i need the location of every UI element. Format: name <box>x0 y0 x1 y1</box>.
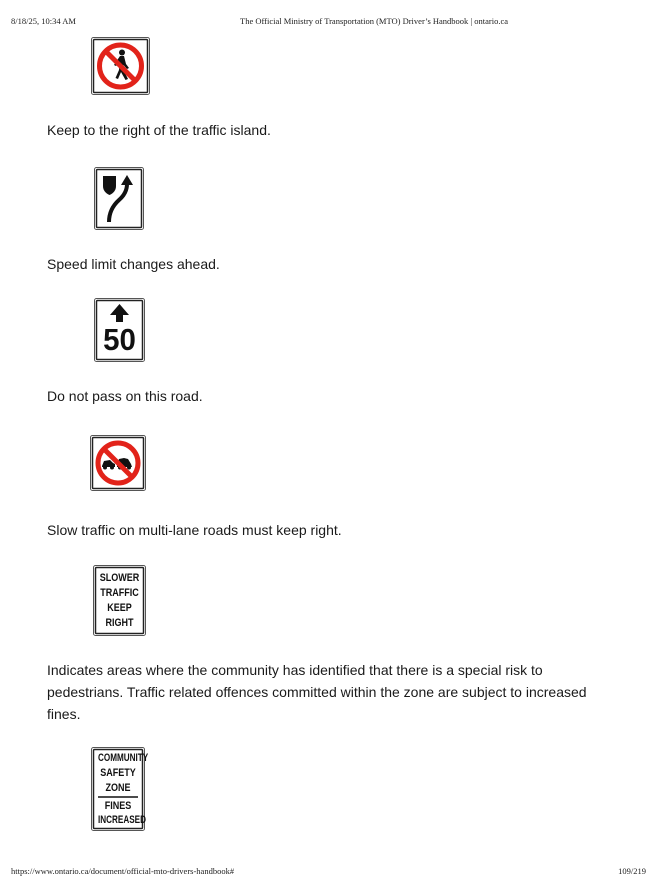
sign-line-increased: INCREASED <box>98 814 146 826</box>
sign-line-community: COMMUNITY <box>98 752 149 764</box>
sign-line-fines: FINES <box>104 800 132 812</box>
caption-speed-limit-changes: Speed limit changes ahead. <box>47 256 220 272</box>
speed-limit-number: 50 <box>103 322 136 357</box>
speed-limit-ahead-sign: 50 <box>94 298 145 362</box>
no-pedestrians-sign <box>91 37 150 95</box>
slower-traffic-keep-right-sign: SLOWER TRAFFIC KEEP RIGHT <box>93 565 146 636</box>
keep-right-island-sign <box>94 167 144 230</box>
print-datetime: 8/18/25, 10:34 AM <box>11 16 76 26</box>
caption-community-safety-zone: Indicates areas where the community has … <box>47 662 587 722</box>
print-url: https://www.ontario.ca/document/official… <box>11 866 235 876</box>
print-page-title: The Official Ministry of Transportation … <box>240 16 508 26</box>
print-page-number: 109/219 <box>618 866 646 876</box>
sign-line-zone: ZONE <box>105 782 131 794</box>
sign-line-slower: SLOWER <box>99 572 140 584</box>
caption-slow-traffic-keep-right: Slow traffic on multi-lane roads must ke… <box>47 522 342 538</box>
sign-line-safety: SAFETY <box>100 767 136 779</box>
community-safety-zone-sign: COMMUNITY SAFETY ZONE FINES INCREASED <box>91 747 149 831</box>
no-passing-sign <box>90 435 146 491</box>
caption-keep-right-island: Keep to the right of the traffic island. <box>47 122 271 138</box>
sign-line-traffic: TRAFFIC <box>100 587 139 599</box>
sign-line-right: RIGHT <box>105 617 134 629</box>
caption-do-not-pass: Do not pass on this road. <box>47 388 203 404</box>
sign-line-keep: KEEP <box>107 602 132 614</box>
